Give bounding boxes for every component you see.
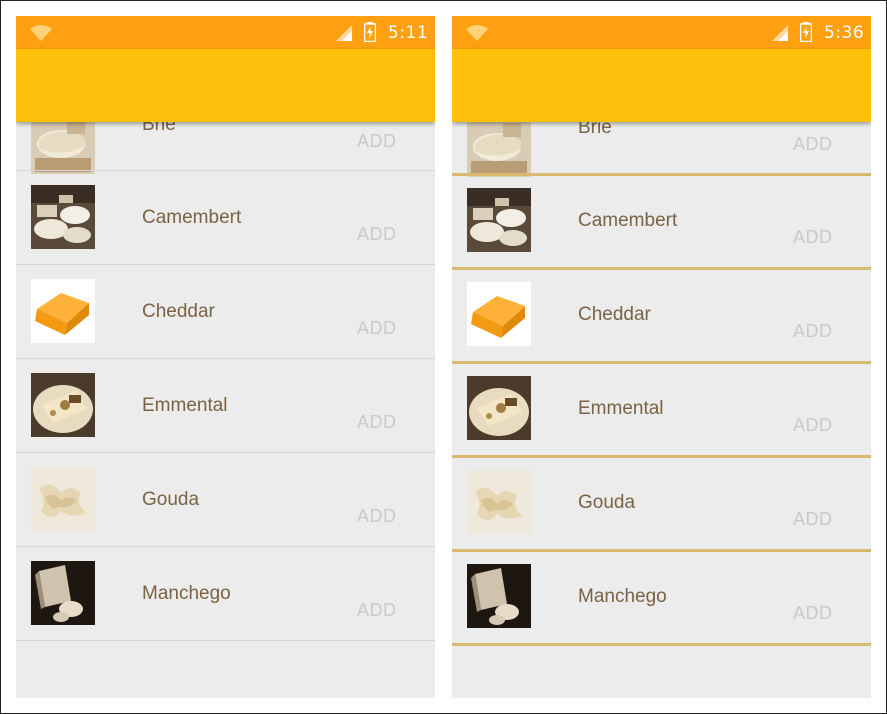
list-item[interactable]: Gouda ADD bbox=[452, 456, 871, 550]
item-name: Gouda bbox=[142, 489, 200, 510]
item-name: Emmental bbox=[142, 395, 228, 416]
battery-charging-icon bbox=[800, 22, 812, 42]
item-name: Gouda bbox=[578, 492, 636, 513]
cheese-image-gouda bbox=[467, 470, 531, 534]
add-button[interactable]: ADD bbox=[357, 224, 397, 245]
battery-charging-icon bbox=[364, 22, 376, 42]
cheese-image-camembert bbox=[31, 185, 95, 249]
item-name: Manchego bbox=[142, 583, 231, 604]
item-name: Cheddar bbox=[578, 304, 651, 325]
list-item[interactable]: Manchego ADD bbox=[16, 547, 435, 641]
list-item[interactable]: Emmental ADD bbox=[16, 359, 435, 453]
cell-signal-icon bbox=[336, 25, 352, 41]
status-bar: 5:11 bbox=[16, 16, 435, 49]
cheese-image-gouda bbox=[31, 467, 95, 531]
list-item[interactable]: Camembert ADD bbox=[452, 174, 871, 268]
list-item[interactable]: Cheddar ADD bbox=[16, 265, 435, 359]
cheese-image-manchego bbox=[467, 564, 531, 628]
cheese-image-cheddar bbox=[31, 279, 95, 343]
cheese-image-manchego bbox=[31, 561, 95, 625]
app-toolbar bbox=[452, 49, 871, 122]
list-item[interactable]: Cheddar ADD bbox=[452, 268, 871, 362]
divider bbox=[16, 640, 435, 641]
item-name: Manchego bbox=[578, 586, 667, 607]
phone-screen-left: Brie ADD Camembert ADD Cheddar ADD Emmen… bbox=[16, 16, 435, 698]
status-time: 5:11 bbox=[388, 23, 429, 43]
add-button[interactable]: ADD bbox=[793, 603, 833, 624]
add-button[interactable]: ADD bbox=[357, 318, 397, 339]
list-item[interactable]: Emmental ADD bbox=[452, 362, 871, 456]
add-button[interactable]: ADD bbox=[793, 415, 833, 436]
wifi-icon bbox=[466, 25, 488, 41]
cheese-image-brie bbox=[467, 113, 531, 177]
status-time: 5:36 bbox=[824, 23, 865, 43]
item-name: Emmental bbox=[578, 398, 664, 419]
add-button[interactable]: ADD bbox=[793, 227, 833, 248]
phone-screen-right: Brie ADD Camembert ADD Cheddar ADD Emmen… bbox=[452, 16, 871, 698]
add-button[interactable]: ADD bbox=[793, 509, 833, 530]
add-button[interactable]: ADD bbox=[357, 600, 397, 621]
add-button[interactable]: ADD bbox=[357, 506, 397, 527]
wifi-icon bbox=[30, 25, 52, 41]
app-toolbar bbox=[16, 49, 435, 122]
cheese-image-camembert bbox=[467, 188, 531, 252]
add-button[interactable]: ADD bbox=[357, 131, 397, 152]
add-button[interactable]: ADD bbox=[357, 412, 397, 433]
item-name: Camembert bbox=[578, 210, 678, 231]
status-bar: 5:36 bbox=[452, 16, 871, 49]
list-item[interactable]: Manchego ADD bbox=[452, 550, 871, 644]
item-name: Cheddar bbox=[142, 301, 215, 322]
item-name: Camembert bbox=[142, 207, 242, 228]
cheese-image-cheddar bbox=[467, 282, 531, 346]
add-button[interactable]: ADD bbox=[793, 321, 833, 342]
cheese-image-emmental bbox=[467, 376, 531, 440]
cell-signal-icon bbox=[772, 25, 788, 41]
divider bbox=[452, 643, 871, 646]
list-item[interactable]: Camembert ADD bbox=[16, 171, 435, 265]
cheese-image-emmental bbox=[31, 373, 95, 437]
add-button[interactable]: ADD bbox=[793, 134, 833, 155]
list-item[interactable]: Gouda ADD bbox=[16, 453, 435, 547]
